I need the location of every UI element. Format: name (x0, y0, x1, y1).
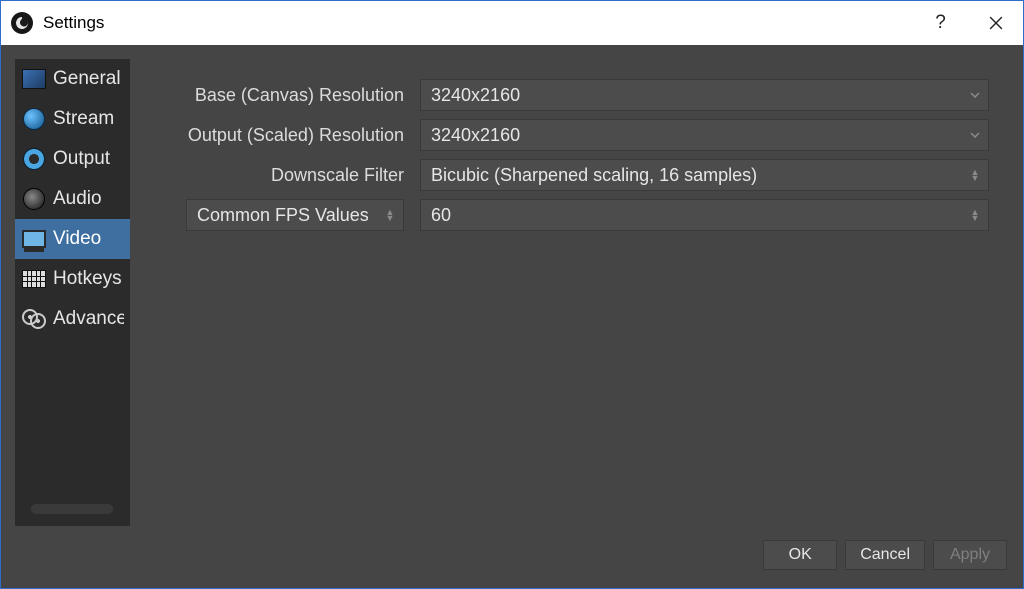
sidebar-item-label: Hotkeys (53, 268, 122, 290)
spinner-icon: ▲▼ (383, 209, 397, 221)
downscale-filter-value: Bicubic (Sharpened scaling, 16 samples) (431, 165, 757, 186)
output-resolution-select[interactable]: 3240x2160 (420, 119, 989, 151)
dialog-footer: OK Cancel Apply (15, 526, 1009, 574)
output-resolution-label: Output (Scaled) Resolution (150, 125, 410, 146)
broadcast-icon (21, 146, 47, 172)
display-icon (21, 226, 47, 252)
globe-icon (21, 106, 47, 132)
downscale-filter-select[interactable]: Bicubic (Sharpened scaling, 16 samples) … (420, 159, 989, 191)
fps-value: 60 (431, 205, 451, 226)
sidebar-item-stream[interactable]: Stream (15, 99, 130, 139)
output-resolution-value: 3240x2160 (431, 125, 520, 146)
cancel-button[interactable]: Cancel (845, 540, 925, 570)
window-title: Settings (43, 13, 104, 33)
speaker-icon (21, 186, 47, 212)
downscale-filter-label: Downscale Filter (150, 165, 410, 186)
help-button[interactable]: ? (913, 1, 968, 45)
close-button[interactable] (968, 1, 1023, 45)
sidebar-item-hotkeys[interactable]: Hotkeys (15, 259, 130, 299)
keyboard-icon (21, 266, 47, 292)
titlebar-left: Settings (11, 1, 104, 45)
fps-type-value: Common FPS Values (197, 205, 369, 226)
sidebar: General Stream Output Audio (15, 59, 130, 526)
close-icon (989, 16, 1003, 30)
video-settings-panel: Base (Canvas) Resolution 3240x2160 Outpu… (130, 59, 1009, 526)
ok-button-label: OK (789, 546, 812, 564)
chevron-down-icon (968, 92, 982, 98)
cancel-button-label: Cancel (860, 546, 910, 564)
apply-button[interactable]: Apply (933, 540, 1007, 570)
apply-button-label: Apply (950, 546, 990, 564)
row-output-resolution: Output (Scaled) Resolution 3240x2160 (150, 119, 989, 151)
obs-logo-icon (11, 12, 33, 34)
sidebar-item-output[interactable]: Output (15, 139, 130, 179)
chevron-down-icon (968, 132, 982, 138)
fps-value-select[interactable]: 60 ▲▼ (420, 199, 989, 231)
base-resolution-select[interactable]: 3240x2160 (420, 79, 989, 111)
workarea: General Stream Output Audio (15, 59, 1009, 526)
settings-window: Settings ? General (0, 0, 1024, 589)
row-downscale-filter: Downscale Filter Bicubic (Sharpened scal… (150, 159, 989, 191)
titlebar: Settings ? (1, 1, 1023, 45)
body: General Stream Output Audio (1, 45, 1023, 588)
monitor-icon (21, 66, 47, 92)
ok-button[interactable]: OK (763, 540, 837, 570)
sidebar-item-label: Video (53, 228, 101, 250)
sidebar-item-label: Output (53, 148, 110, 170)
help-icon: ? (935, 12, 946, 34)
spinner-icon: ▲▼ (968, 209, 982, 221)
sidebar-item-label: Advanced (53, 308, 124, 330)
titlebar-controls: ? (913, 1, 1023, 45)
sidebar-horizontal-scrollbar[interactable] (31, 504, 113, 514)
fps-type-select[interactable]: Common FPS Values ▲▼ (186, 199, 404, 231)
spinner-icon: ▲▼ (968, 169, 982, 181)
sidebar-item-label: General (53, 68, 121, 90)
sidebar-item-audio[interactable]: Audio (15, 179, 130, 219)
row-fps: Common FPS Values ▲▼ 60 ▲▼ (150, 199, 989, 231)
sidebar-item-video[interactable]: Video (15, 219, 130, 259)
gears-icon (21, 306, 47, 332)
base-resolution-value: 3240x2160 (431, 85, 520, 106)
row-base-resolution: Base (Canvas) Resolution 3240x2160 (150, 79, 989, 111)
sidebar-item-label: Audio (53, 188, 102, 210)
sidebar-list: General Stream Output Audio (15, 59, 130, 526)
base-resolution-label: Base (Canvas) Resolution (150, 85, 410, 106)
sidebar-item-general[interactable]: General (15, 59, 130, 99)
fps-type-area: Common FPS Values ▲▼ (150, 199, 410, 231)
sidebar-item-advanced[interactable]: Advanced (15, 299, 130, 339)
sidebar-item-label: Stream (53, 108, 114, 130)
